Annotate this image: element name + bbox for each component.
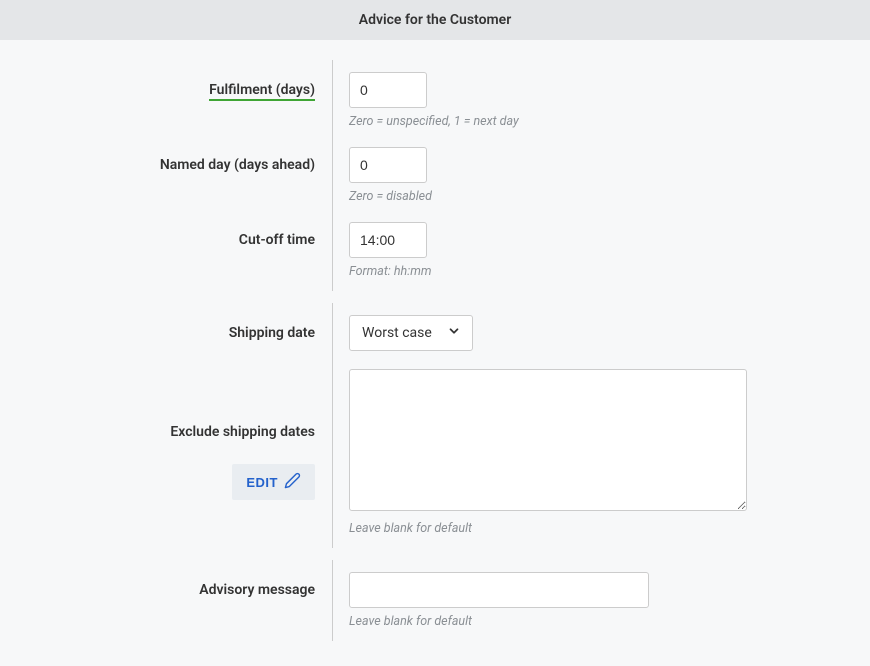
row-advisory: Advisory message Leave blank for default <box>333 572 870 629</box>
label-shipping-date: Shipping date <box>1 315 333 341</box>
row-named-day: Named day (days ahead) Zero = disabled <box>333 147 870 204</box>
label-advisory: Advisory message <box>1 572 333 598</box>
named-day-input[interactable] <box>349 147 427 183</box>
label-named-day: Named day (days ahead) <box>1 147 333 173</box>
advisory-help: Leave blank for default <box>349 614 649 629</box>
page-title: Advice for the Customer <box>359 12 512 28</box>
shipping-date-select[interactable]: Worst case <box>349 315 473 351</box>
fulfilment-input[interactable] <box>349 72 427 108</box>
label-cut-off: Cut-off time <box>1 222 333 248</box>
cut-off-input[interactable] <box>349 222 427 258</box>
section-advisory: Advisory message Leave blank for default <box>332 560 870 641</box>
edit-button-label: EDIT <box>246 475 278 490</box>
named-day-help: Zero = disabled <box>349 189 432 204</box>
form-container: Fulfilment (days) Zero = unspecified, 1 … <box>0 60 870 641</box>
section-shipping: Shipping date Worst case Exclude shippin… <box>332 303 870 548</box>
row-exclude-shipping: Exclude shipping dates EDIT Leave blank … <box>333 369 870 536</box>
exclude-shipping-help: Leave blank for default <box>349 521 747 536</box>
page-header: Advice for the Customer <box>0 0 870 40</box>
row-fulfilment: Fulfilment (days) Zero = unspecified, 1 … <box>333 72 870 129</box>
section-timing: Fulfilment (days) Zero = unspecified, 1 … <box>332 60 870 291</box>
advisory-input[interactable] <box>349 572 649 608</box>
cut-off-help: Format: hh:mm <box>349 264 431 279</box>
row-cut-off: Cut-off time Format: hh:mm <box>333 222 870 279</box>
shipping-date-selected: Worst case <box>362 325 432 341</box>
edit-button[interactable]: EDIT <box>232 464 315 500</box>
exclude-shipping-textarea[interactable] <box>349 369 747 511</box>
label-fulfilment: Fulfilment (days) <box>1 72 333 101</box>
label-exclude-shipping: Exclude shipping dates EDIT <box>1 369 333 500</box>
pencil-icon <box>284 472 301 492</box>
row-shipping-date: Shipping date Worst case <box>333 315 870 351</box>
fulfilment-help: Zero = unspecified, 1 = next day <box>349 114 519 129</box>
